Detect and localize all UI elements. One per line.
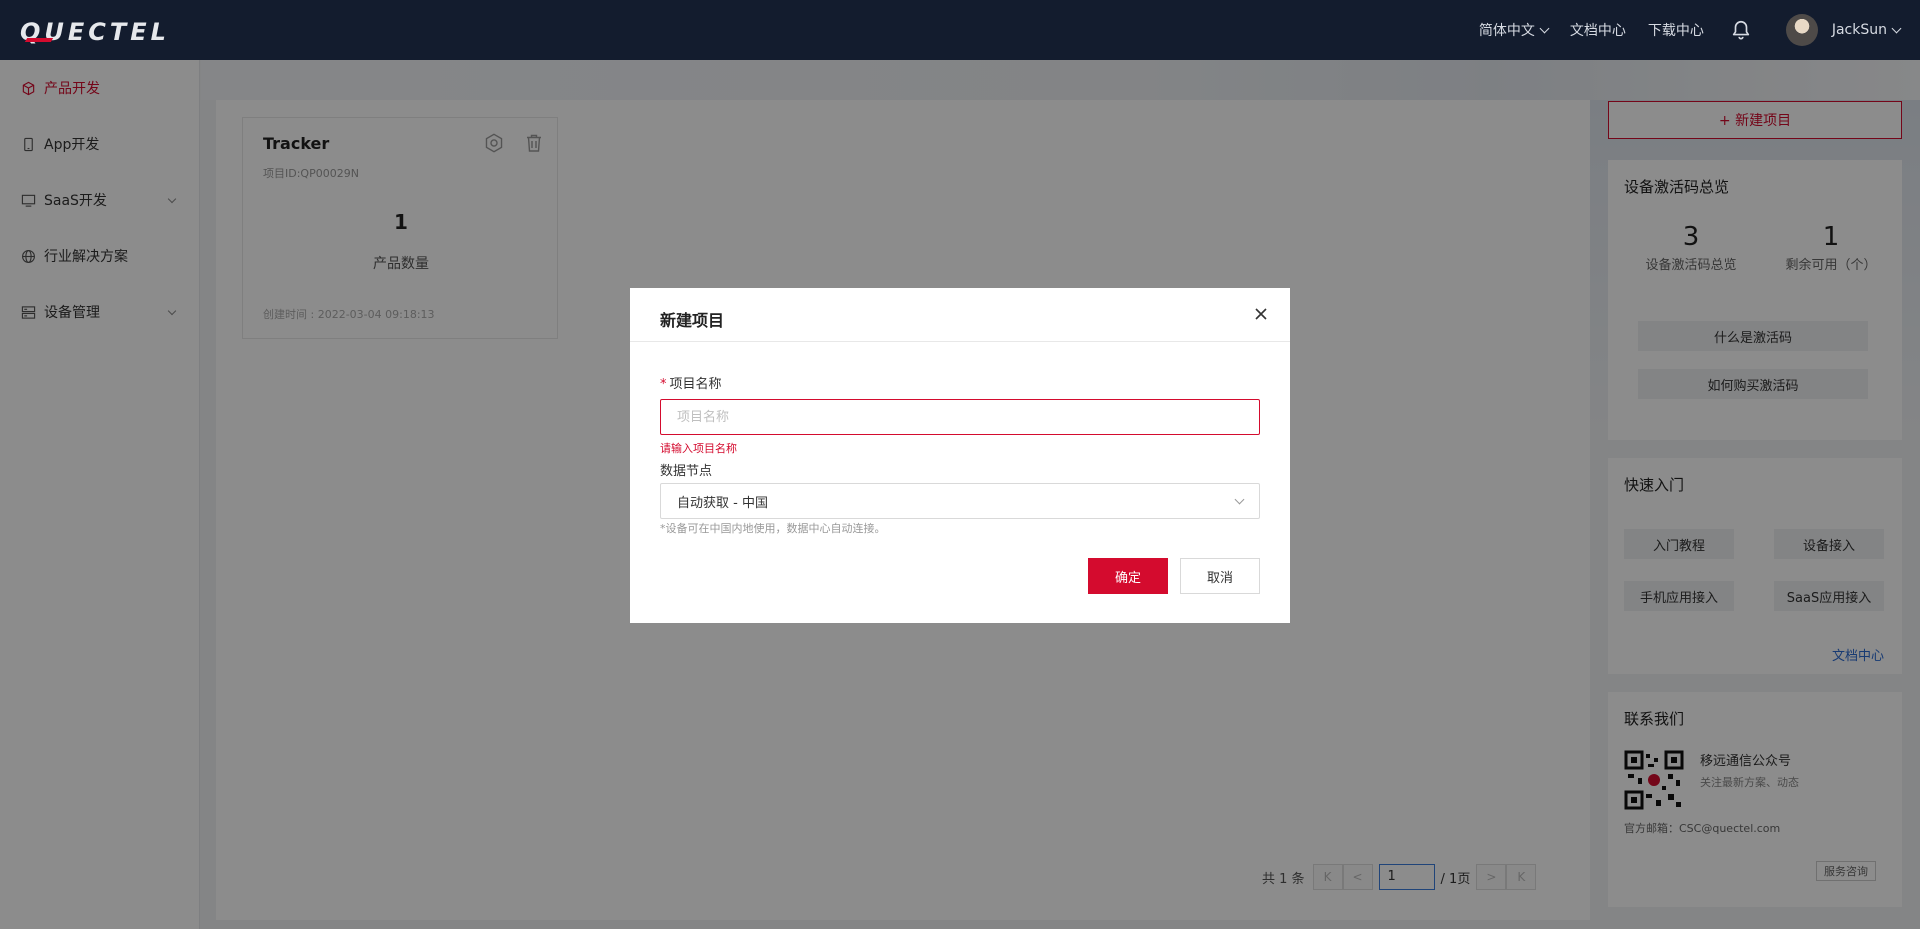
docs-link[interactable]: 文档中心 xyxy=(1570,20,1626,40)
modal-title: 新建项目 xyxy=(660,311,725,330)
user-menu[interactable]: JackSun xyxy=(1831,22,1902,38)
downloads-link[interactable]: 下载中心 xyxy=(1648,20,1704,40)
chevron-down-icon xyxy=(1891,23,1902,33)
top-navbar: QUECTEL 简体中文 文档中心 下载中心 JackSun xyxy=(0,0,1920,60)
new-project-modal: 新建项目 *项目名称 请输入项目名称 数据节点 自动获取 - 中国 *设备可在中… xyxy=(630,288,1290,623)
data-node-hint: *设备可在中国内地使用，数据中心自动连接。 xyxy=(660,522,886,535)
project-name-label-text: 项目名称 xyxy=(669,377,722,392)
avatar[interactable] xyxy=(1785,14,1818,46)
language-label: 简体中文 xyxy=(1478,23,1535,39)
cancel-button[interactable]: 取消 xyxy=(1180,558,1260,594)
confirm-button[interactable]: 确定 xyxy=(1088,558,1168,594)
project-name-error: 请输入项目名称 xyxy=(660,442,737,455)
close-icon[interactable] xyxy=(1254,307,1268,321)
modal-header: 新建项目 xyxy=(630,288,1290,342)
chevron-down-icon xyxy=(1539,23,1550,33)
top-nav-links: 简体中文 文档中心 下载中心 JackSun xyxy=(1457,0,1902,60)
chevron-down-icon xyxy=(1234,494,1245,505)
data-node-value: 自动获取 - 中国 xyxy=(677,495,768,511)
data-node-select[interactable]: 自动获取 - 中国 xyxy=(660,483,1260,519)
language-selector[interactable]: 简体中文 xyxy=(1478,20,1550,40)
bell-icon[interactable] xyxy=(1730,19,1752,41)
required-mark: * xyxy=(660,377,667,392)
username: JackSun xyxy=(1831,22,1887,38)
project-name-input[interactable] xyxy=(660,399,1260,435)
project-name-label: * 项目名称 xyxy=(660,373,722,392)
logo-swoosh xyxy=(24,38,54,42)
data-node-label: 数据节点 xyxy=(660,464,713,479)
